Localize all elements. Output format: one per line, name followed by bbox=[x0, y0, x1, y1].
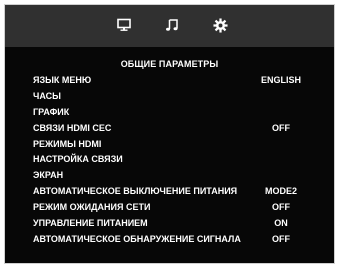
menu-item-label: РЕЖИМ ОЖИДАНИЯ СЕТИ bbox=[33, 202, 151, 213]
menu-item-schedule[interactable]: ГРАФИК bbox=[33, 105, 323, 121]
menu-item-power-management[interactable]: УПРАВЛЕНИЕ ПИТАНИЕМ ON bbox=[33, 216, 323, 232]
menu-item-label: УПРАВЛЕНИЕ ПИТАНИЕМ bbox=[33, 218, 148, 229]
menu-item-value: ENGLISH bbox=[260, 75, 301, 85]
tab-settings[interactable] bbox=[211, 16, 229, 34]
tab-picture[interactable] bbox=[115, 16, 133, 34]
menu-item-label: ЯЗЫК МЕНЮ bbox=[33, 75, 92, 85]
menu-item-hdmi-modes[interactable]: РЕЖИМЫ HDMI bbox=[33, 137, 323, 153]
monitor-icon bbox=[117, 18, 131, 31]
menu-item-label: ЧАСЫ bbox=[33, 90, 61, 101]
osd-menu-window: ОБЩИЕ ПАРАМЕТРЫ ЯЗЫК МЕНЮ ENGLISH ЧАСЫ Г… bbox=[4, 4, 335, 264]
menu-item-label: РЕЖИМЫ HDMI bbox=[33, 138, 102, 149]
menu-item-screen[interactable]: ЭКРАН bbox=[33, 168, 323, 184]
menu-item-label: НАСТРОЙКА СВЯЗИ bbox=[33, 154, 123, 165]
menu-item-auto-power-off[interactable]: АВТОМАТИЧЕСКОЕ ВЫКЛЮЧЕНИЕ ПИТАНИЯ MODE2 bbox=[33, 184, 323, 200]
menu-item-value: OFF bbox=[272, 122, 290, 133]
menu-item-label: АВТОМАТИЧЕСКОЕ ОБНАРУЖЕНИЕ СИГНАЛА bbox=[33, 233, 241, 244]
tab-audio[interactable] bbox=[163, 16, 181, 34]
menu-title: ОБЩИЕ ПАРАМЕТРЫ bbox=[120, 59, 219, 69]
music-note-icon bbox=[166, 19, 178, 31]
menu-item-hdmi-cec[interactable]: СВЯЗИ HDMI CEC OFF bbox=[33, 121, 323, 137]
menu-item-value: MODE2 bbox=[264, 186, 297, 197]
menu-item-clock[interactable]: ЧАСЫ bbox=[33, 89, 323, 105]
menu-item-value: OFF bbox=[272, 202, 290, 213]
menu-item-label: ГРАФИК bbox=[33, 106, 70, 117]
menu-item-language[interactable]: ЯЗЫК МЕНЮ ENGLISH bbox=[33, 73, 323, 89]
menu-item-network-standby[interactable]: РЕЖИМ ОЖИДАНИЯ СЕТИ OFF bbox=[33, 200, 323, 216]
gear-icon bbox=[212, 17, 228, 33]
menu-item-value: ON bbox=[274, 218, 288, 229]
menu-list: ЯЗЫК МЕНЮ ENGLISH ЧАСЫ ГРАФИК СВЯЗИ HDMI… bbox=[33, 73, 323, 248]
menu-item-auto-signal-detection[interactable]: АВТОМАТИЧЕСКОЕ ОБНАРУЖЕНИЕ СИГНАЛА OFF bbox=[33, 232, 323, 248]
menu-item-connection-setup[interactable]: НАСТРОЙКА СВЯЗИ bbox=[33, 152, 323, 168]
menu-item-value: OFF bbox=[272, 233, 290, 244]
menu-item-label: СВЯЗИ HDMI CEC bbox=[33, 122, 112, 133]
menu-tab-bar bbox=[5, 5, 334, 47]
menu-item-label: АВТОМАТИЧЕСКОЕ ВЫКЛЮЧЕНИЕ ПИТАНИЯ bbox=[33, 186, 238, 197]
menu-item-label: ЭКРАН bbox=[33, 170, 64, 181]
